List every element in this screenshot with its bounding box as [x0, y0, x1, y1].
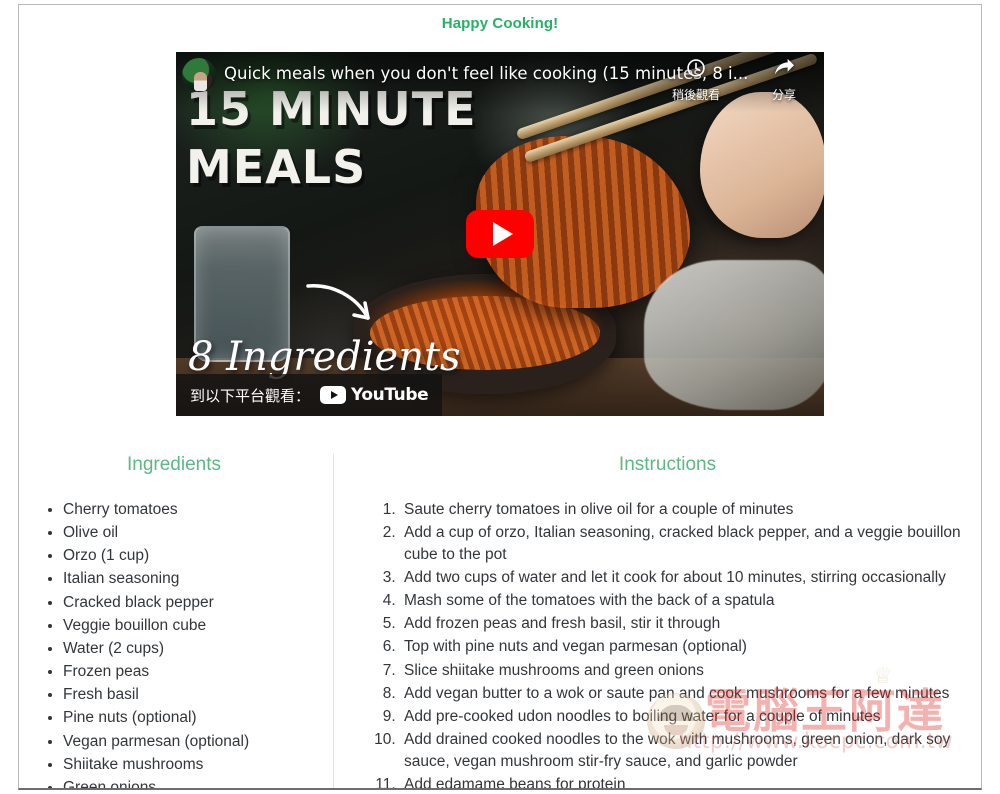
play-button[interactable] [466, 210, 534, 258]
youtube-logo[interactable]: YouTube [320, 385, 429, 405]
thumbnail-title-line1: 15 MINUTE [186, 82, 477, 136]
instruction-step: Top with pine nuts and vegan parmesan (o… [400, 636, 971, 659]
video-actions: 稍後觀看 分享 [664, 58, 816, 103]
youtube-video-player[interactable]: 15 MINUTE MEALS 8 Ingredients 到以下平台觀看： Y… [176, 52, 824, 416]
instruction-step: Mash some of the tomatoes with the back … [400, 589, 971, 612]
watch-on-platform-bar: 到以下平台觀看： YouTube [176, 374, 443, 416]
ingredient-item: Shiitake mushrooms [63, 753, 319, 776]
instruction-step: Add a cup of orzo, Italian seasoning, cr… [400, 521, 971, 566]
instruction-step: Saute cherry tomatoes in olive oil for a… [400, 498, 971, 521]
youtube-wordmark: YouTube [351, 385, 429, 405]
recipe-body: Ingredients Cherry tomatoesOlive oilOrzo… [19, 454, 981, 788]
thumbnail-title-art: 15 MINUTE MEALS [186, 80, 477, 196]
ingredients-column: Ingredients Cherry tomatoesOlive oilOrzo… [29, 454, 334, 788]
watch-later-button[interactable]: 稍後觀看 [664, 58, 728, 103]
share-label: 分享 [771, 88, 796, 102]
ingredient-item: Water (2 cups) [63, 637, 319, 660]
ingredient-item: Cherry tomatoes [63, 498, 319, 521]
instructions-heading: Instructions [618, 454, 717, 475]
ingredient-item: Cracked black pepper [63, 591, 319, 614]
ingredient-item: Vegan parmesan (optional) [63, 730, 319, 753]
thumbnail-arrow-icon [306, 284, 370, 320]
instruction-step: Slice shiitake mushrooms and green onion… [400, 659, 971, 682]
ingredient-item: Orzo (1 cup) [63, 544, 319, 567]
thumbnail-title-line2: MEALS [186, 140, 367, 194]
watch-later-label: 稍後觀看 [671, 88, 720, 102]
instruction-step: Add vegan butter to a wok or saute pan a… [400, 682, 971, 705]
ingredient-item: Olive oil [63, 521, 319, 544]
clock-icon [686, 58, 706, 82]
instruction-step: Add pre-cooked udon noodles to boiling w… [400, 705, 971, 728]
instructions-column: Instructions Saute cherry tomatoes in ol… [334, 454, 971, 788]
instruction-step: Add edamame beans for protein [400, 773, 971, 788]
ingredient-item: Green onions [63, 776, 319, 788]
screenshot-root: Happy Cooking! 15 MINUTE MEALS 8 Ingredi… [0, 0, 1000, 794]
instruction-step: Add frozen peas and fresh basil, stir it… [400, 612, 971, 635]
ingredient-item: Italian seasoning [63, 568, 319, 591]
watch-on-label: 到以下平台觀看： [190, 386, 311, 405]
ingredients-list: Cherry tomatoesOlive oilOrzo (1 cup)Ital… [29, 498, 319, 788]
share-arrow-icon [773, 58, 795, 82]
ingredient-item: Veggie bouillon cube [63, 614, 319, 637]
ingredient-item: Fresh basil [63, 684, 319, 707]
youtube-play-mark-icon [320, 386, 347, 404]
instructions-list: Saute cherry tomatoes in olive oil for a… [364, 498, 971, 788]
document-frame: Happy Cooking! 15 MINUTE MEALS 8 Ingredi… [18, 4, 982, 790]
page-title: Happy Cooking! [441, 15, 559, 32]
share-button[interactable]: 分享 [752, 58, 816, 103]
thumbnail-cloth-decor [644, 260, 824, 410]
ingredient-item: Pine nuts (optional) [63, 707, 319, 730]
ingredients-heading: Ingredients [126, 454, 221, 475]
instruction-step: Add two cups of water and let it cook fo… [400, 566, 971, 589]
channel-avatar[interactable] [182, 58, 216, 92]
thumbnail-hand-decor [700, 92, 824, 238]
ingredient-item: Frozen peas [63, 660, 319, 683]
instruction-step: Add drained cooked noodles to the wok wi… [400, 728, 971, 773]
